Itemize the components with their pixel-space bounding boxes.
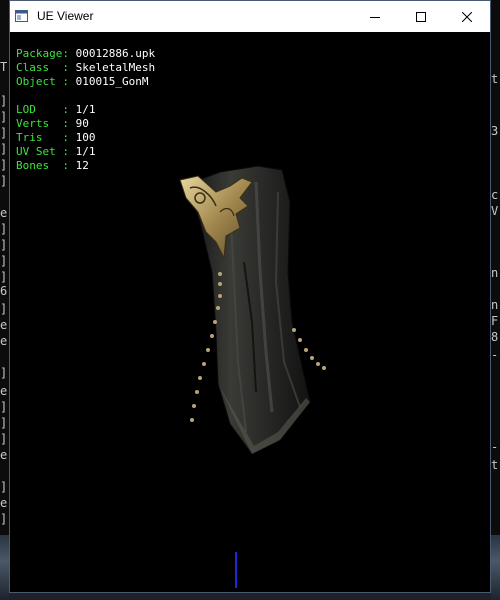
console-char: V bbox=[491, 204, 499, 218]
info-value: SkeletalMesh bbox=[75, 61, 156, 74]
info-value: 010015_GonM bbox=[75, 75, 149, 88]
console-char: ] bbox=[0, 126, 8, 140]
console-char: ] bbox=[0, 302, 8, 316]
console-char: 8 bbox=[491, 330, 499, 344]
console-char: ] bbox=[0, 254, 8, 268]
console-char: T bbox=[0, 60, 8, 74]
console-char: - bbox=[491, 348, 499, 362]
minimize-icon bbox=[370, 16, 380, 18]
3d-viewport[interactable]: Package: 00012886.upk Class : SkeletalMe… bbox=[10, 32, 490, 592]
info-value: 1/1 bbox=[75, 145, 96, 158]
console-char: e bbox=[0, 384, 8, 398]
title-bar[interactable]: UE Viewer bbox=[10, 1, 490, 32]
console-char: - bbox=[491, 440, 499, 454]
close-button[interactable] bbox=[444, 1, 490, 32]
console-char: ] bbox=[0, 174, 8, 188]
info-label: Class : bbox=[16, 61, 69, 74]
axis-indicator bbox=[235, 552, 237, 588]
console-char: ] bbox=[0, 238, 8, 252]
info-tris: Tris : 100 bbox=[16, 131, 95, 145]
console-char: ] bbox=[0, 110, 8, 124]
console-char: e bbox=[0, 448, 8, 462]
console-char: e bbox=[0, 318, 8, 332]
info-label: LOD : bbox=[16, 103, 69, 116]
console-char: e bbox=[0, 496, 8, 510]
console-char: ] bbox=[0, 158, 8, 172]
info-verts: Verts : 90 bbox=[16, 117, 89, 131]
console-char: e bbox=[0, 206, 8, 220]
console-char: F bbox=[491, 314, 499, 328]
info-label: UV Set : bbox=[16, 145, 69, 158]
console-char: ] bbox=[0, 512, 8, 526]
background-console-left: T ] ] ] ] ] ] e ] ] ] ] 6 ] e e ] e ] ] … bbox=[0, 0, 9, 535]
maximize-icon bbox=[416, 11, 426, 22]
console-char: ] bbox=[0, 94, 8, 108]
info-object: Object : 010015_GonM bbox=[16, 75, 148, 89]
info-label: Verts : bbox=[16, 117, 69, 130]
info-class: Class : SkeletalMesh bbox=[16, 61, 155, 75]
desktop-background-right bbox=[491, 535, 500, 600]
desktop-background-left bbox=[0, 535, 9, 600]
console-char: ] bbox=[0, 142, 8, 156]
info-bones: Bones : 12 bbox=[16, 159, 89, 173]
console-char: t bbox=[491, 72, 499, 86]
info-value: 1/1 bbox=[75, 103, 96, 116]
console-char: ] bbox=[0, 222, 8, 236]
console-char: ] bbox=[0, 366, 8, 380]
info-label: Bones : bbox=[16, 159, 69, 172]
window-title: UE Viewer bbox=[37, 9, 94, 23]
console-char: ] bbox=[0, 480, 8, 494]
background-console-right: t 3 c V n n F 8 - - t bbox=[491, 0, 500, 535]
info-value: 12 bbox=[75, 159, 89, 172]
close-icon bbox=[462, 11, 472, 22]
console-char: c bbox=[491, 188, 499, 202]
console-char: ] bbox=[0, 400, 8, 414]
info-value: 100 bbox=[75, 131, 96, 144]
maximize-button[interactable] bbox=[398, 1, 444, 32]
info-package: Package: 00012886.upk bbox=[16, 47, 155, 61]
minimize-button[interactable] bbox=[352, 1, 398, 32]
info-value: 00012886.upk bbox=[75, 47, 156, 60]
info-uvset: UV Set : 1/1 bbox=[16, 145, 95, 159]
console-char: 6 bbox=[0, 284, 8, 298]
skeletal-mesh-model[interactable] bbox=[160, 162, 350, 462]
console-char: ] bbox=[0, 432, 8, 446]
console-char: n bbox=[491, 298, 499, 312]
ue-viewer-window: UE Viewer Package: 00012886.upk Class : … bbox=[9, 0, 491, 593]
info-label: Package: bbox=[16, 47, 69, 60]
console-char: ] bbox=[0, 270, 8, 284]
info-label: Tris : bbox=[16, 131, 69, 144]
console-char: t bbox=[491, 458, 499, 472]
app-icon[interactable] bbox=[15, 10, 28, 22]
console-char: ] bbox=[0, 416, 8, 430]
info-lod: LOD : 1/1 bbox=[16, 103, 95, 117]
info-value: 90 bbox=[75, 117, 89, 130]
console-char: e bbox=[0, 334, 8, 348]
console-char: n bbox=[491, 266, 499, 280]
console-char: 3 bbox=[491, 124, 499, 138]
info-label: Object : bbox=[16, 75, 69, 88]
